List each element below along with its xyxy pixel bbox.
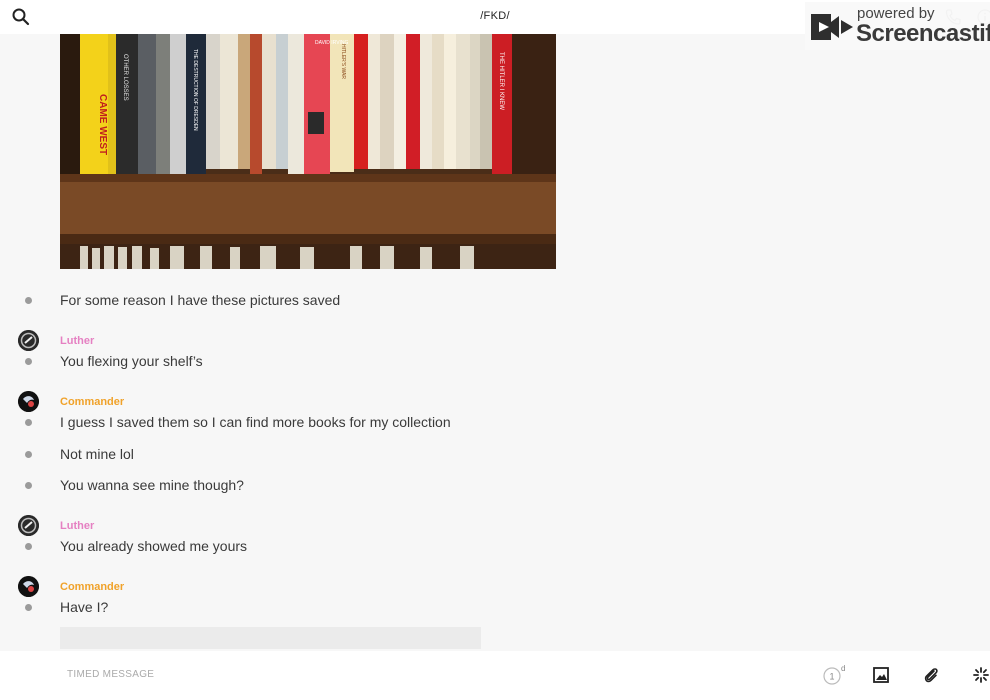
message-status-dot: [25, 419, 32, 426]
message-text: You wanna see mine though?: [60, 477, 244, 493]
paperclip-icon: [924, 668, 938, 683]
spine-text-2: OTHER LOSSES: [122, 54, 128, 101]
spine-text-3: THE DESTRUCTION OF DRESDEN: [192, 49, 198, 131]
avatar-luther-image: [18, 515, 39, 536]
avatar-luther[interactable]: [18, 515, 39, 536]
shared-photo[interactable]: CAME WEST OTHER LOSSES THE DESTRUCTION O…: [60, 34, 556, 269]
spine-text-5: HITLER'S WAR: [340, 44, 346, 79]
screencastify-watermark: powered by Screencastify: [805, 2, 990, 50]
avatar-luther-image: [18, 330, 39, 351]
timer-unit: d: [841, 664, 845, 673]
sender-name-luther: Luther: [60, 520, 95, 532]
spine-text-1: CAME WEST: [97, 94, 108, 155]
attach-button[interactable]: [922, 666, 940, 684]
bookshelf-image: CAME WEST OTHER LOSSES THE DESTRUCTION O…: [60, 34, 556, 269]
spine-text-6: THE HITLER I KNEW: [498, 52, 504, 110]
message-status-dot: [25, 358, 32, 365]
message-text: You already showed me yours: [60, 538, 248, 554]
message-status-dot: [25, 451, 32, 458]
avatar-luther[interactable]: [18, 330, 39, 351]
expiration-timer-button[interactable]: 1 d: [822, 664, 846, 686]
message-text: You flexing your shelf’s: [60, 353, 203, 369]
sparkle-icon: [973, 667, 989, 683]
sender-name-commander: Commander: [60, 581, 125, 593]
timer-value: 1: [829, 672, 834, 682]
avatar-commander[interactable]: [18, 391, 39, 412]
message-status-dot: [25, 482, 32, 489]
image-icon: [873, 667, 889, 683]
message-status-dot: [25, 543, 32, 550]
message-input[interactable]: TIMED MESSAGE: [67, 669, 154, 680]
avatar-commander-image: [18, 576, 39, 597]
watermark-brand: Screencastify: [856, 20, 990, 47]
message-text: Not mine lol: [60, 446, 134, 462]
message-text: I guess I saved them so I can find more …: [60, 414, 451, 430]
message-status-dot: [25, 297, 32, 304]
avatar-commander-image: [18, 391, 39, 412]
message-status-dot: [25, 604, 32, 611]
effects-button[interactable]: [972, 666, 990, 684]
screencastify-logo-icon: [811, 14, 853, 40]
avatar-commander[interactable]: [18, 576, 39, 597]
message-text: For some reason I have these pictures sa…: [60, 292, 341, 308]
message-text: Have I?: [60, 599, 109, 615]
sender-name-commander: Commander: [60, 396, 125, 408]
sender-name-luther: Luther: [60, 335, 95, 347]
timer-icon: 1 d: [823, 664, 845, 685]
pending-message-placeholder: [60, 627, 481, 649]
image-button[interactable]: [872, 666, 890, 684]
